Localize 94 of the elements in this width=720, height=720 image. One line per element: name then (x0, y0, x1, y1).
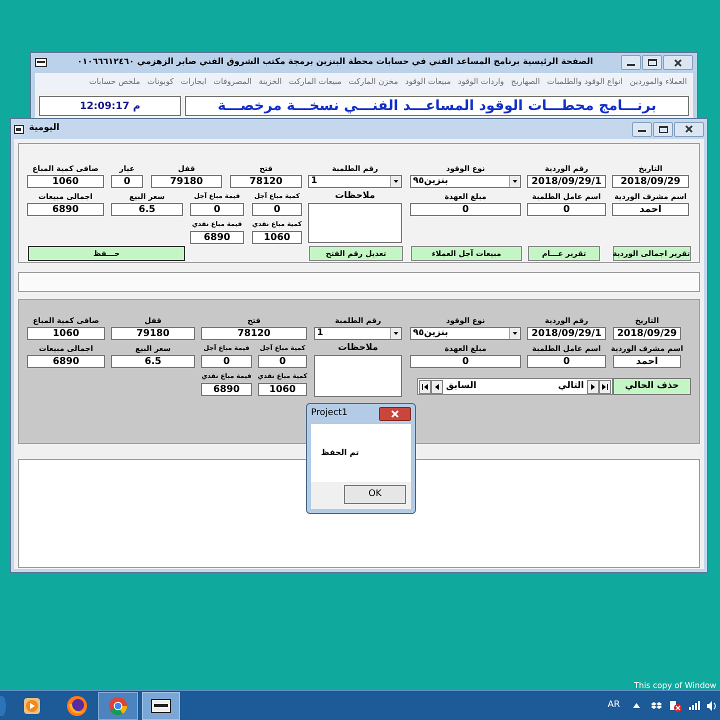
text-field[interactable]: 6.5 (111, 203, 183, 216)
triangle-left-icon (433, 382, 441, 390)
text-field[interactable]: 0 (527, 203, 606, 216)
first-record-button[interactable] (419, 380, 431, 394)
activation-notice: This copy of Window (634, 680, 716, 692)
previous-label: السابق (446, 380, 476, 393)
menu-item[interactable]: كوبونات (147, 76, 174, 88)
dropdown-field[interactable]: 1 (314, 327, 402, 340)
menu-item[interactable]: مخزن الماركت (348, 76, 398, 88)
text-field[interactable]: 6890 (201, 383, 252, 396)
signal-icon[interactable] (689, 701, 700, 710)
dropdown-field[interactable]: بنزين٩٥ (410, 175, 521, 188)
menu-item[interactable]: العملاء والموردين (630, 76, 687, 88)
menu-item[interactable]: مبيعات الوقود (405, 76, 451, 88)
chevron-up-icon[interactable] (633, 703, 640, 708)
dropdown-field[interactable]: بنزين٩٥ (410, 327, 521, 340)
app-taskbar-button[interactable] (142, 692, 180, 720)
menu-item[interactable]: مبيعات الماركت (288, 76, 342, 88)
banner-title: برنـــامج محطـــات الوقود المساعـــد الفنـــي نسخـــة مرخصـــة (185, 96, 689, 116)
maximize-icon (658, 126, 668, 132)
window-icon (14, 124, 24, 134)
text-field[interactable]: 0 (410, 355, 521, 368)
maximize-button[interactable] (653, 122, 673, 136)
delete-button[interactable]: حذف الحالي (613, 378, 691, 395)
menu-item[interactable]: الخزينة (258, 76, 282, 88)
window-title: الصفحة الرئيسية برنامج المساعد الفني في حسابات محطة البنزين برمجة مكتب الشروق الفني صابر الزهزمي ٠١٠٦٦٦١٢٤٦٠ (76, 56, 593, 69)
language-indicator[interactable]: AR (608, 698, 620, 712)
menu-item[interactable]: الصهاريج (511, 76, 540, 88)
notes-field[interactable] (308, 203, 402, 243)
field-label: ملاحظات (334, 190, 376, 203)
close-icon (391, 410, 399, 418)
text-field[interactable]: 0 (258, 355, 307, 368)
text-field[interactable]: 2018/09/29 (612, 175, 689, 188)
close-button[interactable] (663, 55, 693, 70)
ok-button[interactable]: OK (344, 485, 406, 504)
text-field[interactable]: 2018/09/29/1 (527, 327, 606, 340)
maximize-icon (648, 59, 656, 66)
text-field[interactable]: 79180 (151, 175, 222, 188)
field-label: ملاحظات (338, 342, 378, 355)
next-record-button[interactable] (587, 380, 599, 394)
skip-back-icon (421, 382, 429, 390)
media-player-icon[interactable] (23, 696, 41, 714)
text-field[interactable]: احمد (613, 355, 681, 368)
last-record-button[interactable] (599, 380, 611, 394)
start-icon (0, 696, 6, 716)
text-field[interactable]: 2018/09/29/1 (527, 175, 606, 188)
text-field[interactable]: 0 (252, 203, 302, 216)
text-field[interactable]: احمد (612, 203, 689, 216)
text-field[interactable]: 0 (190, 203, 244, 216)
menu-item[interactable]: ملخص حسابات (89, 76, 140, 88)
text-field[interactable]: 6.5 (111, 355, 195, 368)
menu-item[interactable]: انواع الوقود والطلمبات (547, 76, 623, 88)
text-field[interactable]: 78120 (201, 327, 307, 340)
previous-record-button[interactable] (431, 380, 443, 394)
close-button[interactable] (674, 122, 704, 136)
chrome-icon (108, 696, 128, 716)
text-field[interactable]: 6890 (190, 231, 244, 244)
dialog-title: Project1 (311, 407, 348, 420)
text-field[interactable]: 1060 (252, 231, 302, 244)
app-window-icon (151, 698, 171, 712)
close-icon (685, 125, 693, 133)
speaker-icon[interactable] (707, 700, 718, 710)
dropdown-field[interactable]: 1 (308, 175, 402, 188)
skip-forward-icon (601, 382, 609, 390)
clock-display: 12:09:17 م (39, 96, 181, 116)
next-label: التالي (558, 380, 584, 393)
close-icon (674, 58, 682, 66)
minimize-button[interactable] (621, 55, 641, 70)
text-field[interactable]: 6890 (27, 355, 105, 368)
firefox-icon[interactable] (66, 694, 88, 716)
maximize-button[interactable] (642, 55, 662, 70)
text-field[interactable]: 1060 (27, 327, 105, 340)
text-field[interactable]: 1060 (258, 383, 307, 396)
window-title: اليومية (29, 122, 60, 136)
minimize-button[interactable] (632, 122, 652, 136)
text-field[interactable]: 0 (527, 355, 606, 368)
text-field[interactable]: 0 (201, 355, 252, 368)
menu-item[interactable]: واردات الوقود (458, 76, 504, 88)
notes-field[interactable] (314, 355, 402, 397)
text-field[interactable]: 0 (111, 175, 143, 188)
text-field[interactable]: 1060 (27, 175, 104, 188)
menu-item[interactable]: ايجارات (180, 76, 206, 88)
window-icon (35, 58, 47, 67)
box-icon[interactable] (651, 700, 662, 710)
text-field[interactable]: 79180 (111, 327, 195, 340)
network-error-icon[interactable] (670, 700, 682, 712)
menu-item[interactable]: المصروفات (213, 76, 252, 88)
text-field[interactable]: 2018/09/29 (613, 327, 681, 340)
close-button[interactable] (379, 407, 411, 421)
dialog-message: تم الحفظ (321, 447, 359, 459)
text-field[interactable]: 6890 (27, 203, 104, 216)
text-field[interactable]: 0 (410, 203, 521, 216)
triangle-right-icon (589, 382, 597, 390)
text-field[interactable]: 78120 (230, 175, 302, 188)
